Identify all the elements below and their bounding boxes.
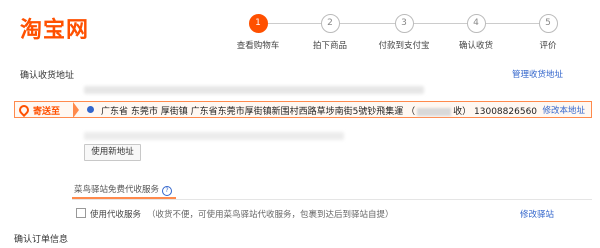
confirm-order-title: 确认订单信息	[14, 235, 69, 245]
agent-service-label[interactable]: 使用代收服务	[90, 210, 141, 220]
step-number: 1	[248, 14, 268, 33]
send-to-label: 寄送至	[16, 102, 61, 118]
agent-service-note: （收货不便，可使用菜鸟驿站代收服务，包裹到达后到驿站自提）	[147, 210, 394, 220]
step-label: 查看购物车	[236, 41, 280, 51]
use-new-address-button[interactable]: 使用新地址	[84, 144, 141, 161]
step-number: 5	[538, 14, 558, 33]
selected-address-row[interactable]: 寄送至 广东省 东莞市 厚街镇 广东省东莞市厚街镇新围村西路草埗南街5號钞飛集運…	[14, 101, 592, 118]
cainiao-service-tab[interactable]: 菜鸟驿站免费代收服务?	[74, 183, 173, 196]
location-pin-icon	[16, 102, 32, 118]
modify-station-link[interactable]: 修改驿站	[520, 208, 554, 220]
step-number: 2	[320, 14, 340, 33]
step-number: 3	[394, 14, 414, 33]
send-to-text: 寄送至	[33, 107, 61, 117]
step-number: 4	[466, 14, 486, 33]
address-text: 广东省 东莞市 厚街镇 广东省东莞市厚街镇新围村西路草埗南街5號钞飛集運 （ 收）…	[101, 104, 537, 117]
step-pay: 3 付款到支付宝	[374, 14, 434, 51]
step-label: 评价	[539, 41, 557, 51]
address-line: 广东省 东莞市 厚街镇 广东省东莞市厚街镇新围村西路草埗南街5號钞飛集運 （	[101, 107, 416, 117]
blurred-address-line	[84, 132, 344, 140]
blurred-address-line	[84, 86, 424, 94]
checkout-progress: 1 查看购物车 2 拍下商品 3 付款到支付宝 4 确认收货 5 评价	[228, 14, 568, 54]
step-label: 确认收货	[458, 41, 493, 51]
step-confirm-receipt: 4 确认收货	[446, 14, 506, 51]
modify-address-link[interactable]: 修改本地址	[542, 104, 585, 116]
service-tab-label: 菜鸟驿站免费代收服务	[74, 185, 160, 195]
taobao-logo[interactable]: 淘宝网	[20, 12, 89, 44]
redacted-name	[417, 107, 452, 116]
receiver-phone: 收） 13008826560	[453, 107, 538, 117]
manage-address-link[interactable]: 管理收货地址	[512, 68, 563, 80]
address-section-title: 确认收货地址	[20, 71, 75, 81]
step-place-order: 2 拍下商品	[300, 14, 360, 51]
divider	[72, 199, 592, 200]
address-radio[interactable]	[87, 106, 94, 113]
step-label: 付款到支付宝	[378, 41, 430, 51]
arrow-divider	[73, 102, 79, 118]
agent-service-row: 使用代收服务 （收货不便，可使用菜鸟驿站代收服务，包裹到达后到驿站自提）	[76, 208, 394, 220]
step-label: 拍下商品	[312, 41, 347, 51]
help-icon[interactable]: ?	[162, 186, 173, 196]
step-view-cart: 1 查看购物车	[228, 14, 288, 51]
step-review: 5 评价	[518, 14, 578, 51]
agent-service-checkbox[interactable]	[76, 208, 86, 218]
